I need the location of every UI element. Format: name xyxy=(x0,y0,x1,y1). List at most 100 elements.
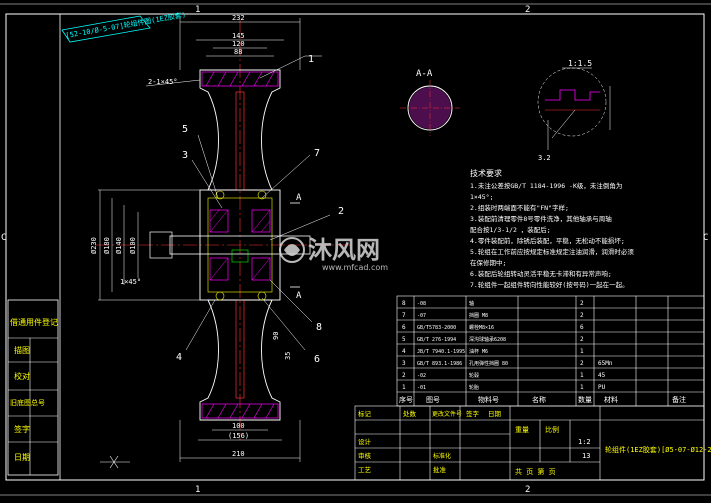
notes-title: 技术要求 xyxy=(470,168,502,178)
callout-1: 1 xyxy=(308,54,314,65)
parts-cell-qty: 1 xyxy=(580,348,584,355)
header-material: 材料 xyxy=(604,395,618,404)
title-count-value: 13 xyxy=(582,452,590,460)
parts-cell-qty: 2 xyxy=(580,360,584,367)
bearing-upper-right xyxy=(251,209,271,233)
parts-cell-name: 轮毂 xyxy=(469,372,479,379)
dim-top-3: 88 xyxy=(234,48,242,56)
watermark-logo-icon xyxy=(279,237,305,263)
title-weight-label: 重量 xyxy=(515,426,529,434)
bearing-lower-right xyxy=(251,257,271,281)
parts-cell-name: 孔用弹性挡圈 80 xyxy=(469,360,508,367)
header-no: 序号 xyxy=(399,395,413,404)
ring-detail-3 xyxy=(215,291,225,301)
detail-scale: 1:1.5 xyxy=(568,59,592,68)
parts-cell-code: GB/T 893.1-1986 xyxy=(417,361,462,367)
watermark-url: www.mfcad.com xyxy=(322,263,388,272)
title-label-0: 标记 xyxy=(358,409,372,418)
title-label-8: 标准化 xyxy=(433,452,451,460)
header-name: 名称 xyxy=(532,395,546,404)
dim-left-1: Ø180 xyxy=(103,237,111,254)
parts-cell-code: -01 xyxy=(417,385,426,391)
parts-cell-qty: 1 xyxy=(580,372,584,379)
detail-dim: 3.2 xyxy=(538,154,551,162)
parts-cell-no: 6 xyxy=(402,324,406,331)
parts-cell-name: 轮胎 xyxy=(469,384,479,391)
section-letter-bottom: A xyxy=(296,291,302,301)
zone-mark-col1: 1 xyxy=(195,5,200,15)
strip-label-2: 校对 xyxy=(14,371,30,381)
zone-mark-col2: 2 xyxy=(525,5,530,15)
title-label-9: 批准 xyxy=(433,465,447,474)
title-label-6: 审核 xyxy=(358,451,372,460)
callout-3: 3 xyxy=(182,150,188,161)
parts-cell-name: 挡圈 M8 xyxy=(469,312,488,319)
note-line-9: 7.轮组件一起组件转向性能较好(按号码)一起在一起。 xyxy=(470,280,629,289)
header-code: 图号 xyxy=(426,396,440,404)
note-line-5: 4.零件装配前，除锈后装配，平稳，无松动不能损坏; xyxy=(470,236,625,245)
dim-bottom-2: 210 xyxy=(232,450,245,458)
zone-mark-bottom1: 1 xyxy=(195,485,200,495)
parts-cell-no: 5 xyxy=(402,336,406,343)
parts-cell-code: -07 xyxy=(417,313,426,319)
callout-4: 4 xyxy=(176,352,182,363)
parts-table-header: 序号 图号 物料号 名称 数量 材料 备注 xyxy=(399,395,686,404)
dim-top-2: 120 xyxy=(232,40,245,48)
technical-notes: 技术要求 1.未注公差按GB/T 1184-1996 -K级，未注倒角为 1×4… xyxy=(470,168,634,289)
bearing-lower-left xyxy=(209,257,229,281)
parts-cell-no: 1 xyxy=(402,384,406,391)
parts-cell-code: GB/T5783-2000 xyxy=(417,325,456,331)
watermark: 沐风网 www.mfcad.com xyxy=(279,236,388,272)
dim-bottom-1: (156) xyxy=(228,432,249,440)
bottom-ucs-icon xyxy=(100,455,130,469)
callout-leaders xyxy=(185,55,331,351)
cad-drawing-canvas: 1 2 1 2 C C [52-10/Ø-5-07]轮组件图(1EZ胶套) 借通… xyxy=(0,3,711,496)
parts-cell-qty: 2 xyxy=(580,312,584,319)
parts-cell-material: 65Mn xyxy=(598,360,613,367)
callout-5: 5 xyxy=(182,124,188,135)
parts-cell-qty: 2 xyxy=(580,336,584,343)
dim-bottom-0: 100 xyxy=(232,422,245,430)
parts-cell-no: 2 xyxy=(402,372,406,379)
title-label-5: 设计 xyxy=(358,437,372,446)
note-line-1: 1×45°; xyxy=(470,193,493,201)
parts-table-rows: 8 -08 轴 2 7 -07 挡圈 M8 2 6 GB/T5783-2000 螺栓M8×16 6 5 G… xyxy=(402,300,613,391)
parts-cell-no: 4 xyxy=(402,348,406,355)
ring-detail-4 xyxy=(257,291,267,301)
title-scale-value: 1:2 xyxy=(578,438,591,446)
callout-6: 6 xyxy=(314,354,320,365)
dim-top-0: 232 xyxy=(232,14,245,22)
parts-cell-code: -08 xyxy=(417,301,426,307)
callout-7: 7 xyxy=(314,148,320,159)
parts-cell-code: JB/T 7940.1-1995 xyxy=(417,349,465,355)
dim-mid-1: 35 xyxy=(284,352,292,360)
dim-left-chamfer: 1×45° xyxy=(120,278,141,286)
title-label-1: 处数 xyxy=(403,409,417,418)
parts-cell-code: -02 xyxy=(417,373,426,379)
watermark-brand: 沐风网 xyxy=(308,236,380,264)
dim-mid-0: 90 xyxy=(272,332,280,340)
strip-label-1: 描图 xyxy=(14,345,30,355)
parts-cell-name: 油杯 M6 xyxy=(469,348,488,355)
section-letter-top: A xyxy=(296,193,302,203)
note-line-0: 1.未注公差按GB/T 1184-1996 -K级，未注倒角为 xyxy=(470,181,622,190)
rotated-title-box: [52-10/Ø-5-07]轮组件图(1EZ胶套) xyxy=(61,10,187,43)
dim-left-2: Ø140 xyxy=(115,237,123,254)
strip-label-5: 日期 xyxy=(14,453,30,462)
dim-left-3: Ø100 xyxy=(129,237,137,254)
parts-cell-no: 3 xyxy=(402,360,406,367)
title-label-3: 签字 xyxy=(466,409,480,418)
parts-cell-code: GB/T 276-1994 xyxy=(417,337,456,343)
header-part-no: 物料号 xyxy=(478,395,499,404)
header-qty: 数量 xyxy=(578,395,592,404)
detail-view: 1:1.5 3.2 xyxy=(537,59,611,162)
title-label-4: 日期 xyxy=(488,410,502,418)
parts-cell-qty: 6 xyxy=(580,324,584,331)
note-line-3: 3.装配前清理零件8号零件洗净，其他轴承与周轴 xyxy=(470,214,612,223)
parts-cell-qty: 2 xyxy=(580,300,584,307)
note-line-4: 配合按1/3-1/2 ，装配后; xyxy=(470,225,551,234)
dim-top-1: 145 xyxy=(232,32,245,40)
strip-label-4: 签字 xyxy=(14,424,30,434)
zone-mark-left: C xyxy=(1,233,6,243)
title-label-7: 工艺 xyxy=(358,466,372,474)
